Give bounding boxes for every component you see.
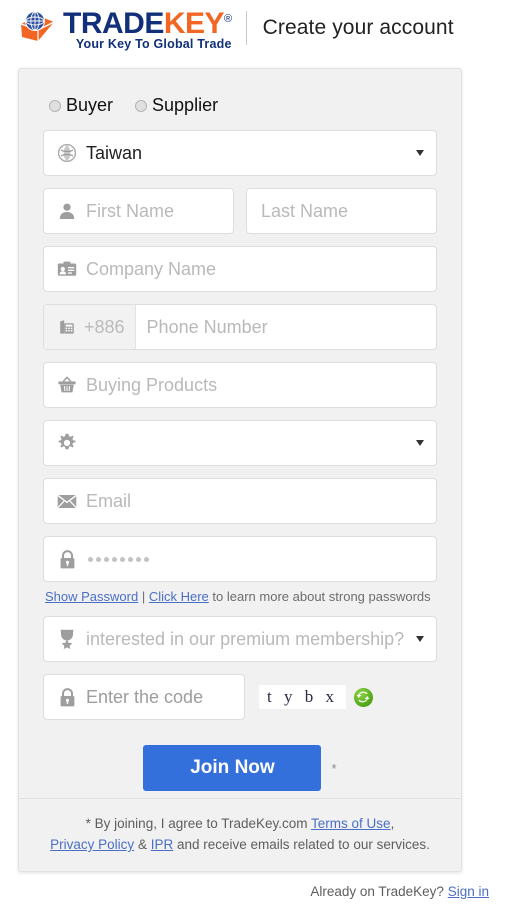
required-marker: *: [331, 760, 337, 776]
radio-supplier-label: Supplier: [152, 95, 219, 115]
ipr-link[interactable]: IPR: [151, 837, 174, 852]
logo-tagline: Your Key To Global Trade: [75, 37, 232, 51]
chevron-down-icon: [416, 636, 424, 642]
password-field[interactable]: [43, 536, 437, 582]
business-type-select[interactable]: [43, 420, 437, 466]
premium-membership-select[interactable]: interested in our premium membership?: [43, 616, 437, 662]
terms-footer: * By joining, I agree to TradeKey.com Te…: [19, 798, 461, 871]
signin-prompt-text: Already on TradeKey?: [310, 884, 444, 899]
signup-form: Buyer Supplier Taiwan First Name Last Na…: [19, 69, 461, 791]
globe-icon: [56, 142, 78, 164]
password-dot: [120, 556, 125, 562]
page-header: TRADEKEY® Your Key To Global Trade Creat…: [0, 0, 505, 56]
join-now-button[interactable]: Join Now: [143, 745, 322, 791]
name-row: First Name Last Name: [43, 188, 437, 246]
last-name-field[interactable]: Last Name: [246, 188, 437, 234]
phone-country-code[interactable]: +886: [44, 305, 136, 349]
logo-word-key: KEY: [163, 7, 225, 40]
first-name-placeholder: First Name: [86, 200, 175, 221]
password-help-separator: |: [138, 589, 149, 604]
password-masked-value: [88, 556, 149, 562]
country-select[interactable]: Taiwan: [43, 130, 437, 176]
strong-password-link[interactable]: Click Here: [149, 589, 209, 604]
password-dot: [136, 556, 141, 562]
company-name-field[interactable]: Company Name: [43, 246, 437, 292]
terms-prefix: * By joining, I agree to TradeKey.com: [85, 816, 312, 831]
logo-wordmark: TRADEKEY®: [63, 5, 232, 40]
password-dot: [128, 556, 133, 562]
submit-row: Join Now *: [43, 745, 437, 791]
medal-icon: [56, 628, 78, 650]
radio-buyer-label: Buyer: [66, 95, 114, 115]
header-divider: [245, 11, 247, 45]
radio-supplier[interactable]: Supplier: [135, 95, 218, 116]
captcha-input[interactable]: Enter the code: [43, 674, 245, 720]
chevron-down-icon: [416, 150, 424, 156]
terms-comma: ,: [390, 816, 395, 831]
password-help-text: Show Password | Click Here to learn more…: [45, 589, 437, 605]
email-field[interactable]: Email: [43, 478, 437, 524]
radio-buyer[interactable]: Buyer: [49, 95, 113, 116]
password-help-trailing-text: to learn more about strong passwords: [212, 589, 431, 604]
signin-prompt: Already on TradeKey? Sign in: [310, 884, 489, 899]
logo-word-trade: TRADE: [63, 7, 164, 40]
show-password-link[interactable]: Show Password: [45, 589, 138, 604]
password-dot: [144, 556, 149, 562]
tradekey-logo[interactable]: TRADEKEY® Your Key To Global Trade: [18, 5, 232, 51]
lock-icon: [56, 548, 78, 570]
radio-dot-icon: [49, 99, 61, 112]
page-title: Create your account: [262, 16, 454, 39]
country-value: Taiwan: [86, 142, 143, 163]
sign-in-link[interactable]: Sign in: [448, 884, 489, 899]
phone-number-placeholder: Phone Number: [146, 316, 268, 337]
captcha-placeholder: Enter the code: [86, 686, 204, 707]
last-name-placeholder: Last Name: [261, 200, 349, 221]
phone-country-code-value: +886: [84, 316, 125, 337]
email-placeholder: Email: [86, 490, 132, 511]
password-dot: [104, 556, 109, 562]
chevron-down-icon: [416, 440, 424, 446]
telephone-icon: [56, 316, 78, 338]
refresh-icon[interactable]: [353, 687, 373, 707]
radio-dot-icon: [135, 99, 148, 112]
account-type-group: Buyer Supplier: [49, 95, 437, 116]
terms-of-use-link[interactable]: Terms of Use: [311, 816, 391, 831]
captcha-image: t y b x: [259, 685, 346, 709]
gear-icon: [56, 432, 78, 454]
logo-globe-envelope-icon: [18, 10, 60, 46]
password-dot: [88, 556, 93, 562]
terms-amp: &: [134, 837, 151, 852]
phone-field[interactable]: +886 Phone Number: [43, 304, 437, 350]
company-name-placeholder: Company Name: [86, 258, 217, 279]
terms-suffix: and receive emails related to our servic…: [173, 837, 430, 852]
privacy-policy-link[interactable]: Privacy Policy: [50, 837, 134, 852]
first-name-field[interactable]: First Name: [43, 188, 234, 234]
captcha-row: Enter the code t y b x: [43, 674, 437, 720]
buying-products-field[interactable]: Buying Products: [43, 362, 437, 408]
premium-membership-value: interested in our premium membership?: [86, 628, 405, 649]
buying-products-placeholder: Buying Products: [86, 374, 218, 395]
id-card-icon: [56, 258, 78, 280]
user-icon: [56, 200, 78, 222]
lock-icon: [56, 686, 78, 708]
logo-registered-mark: ®: [224, 13, 232, 25]
basket-icon: [56, 374, 78, 396]
signup-page: TRADEKEY® Your Key To Global Trade Creat…: [0, 0, 505, 905]
password-dot: [96, 556, 101, 562]
signup-card: Buyer Supplier Taiwan First Name Last Na…: [18, 68, 462, 872]
password-dot: [112, 556, 117, 562]
envelope-icon: [56, 490, 78, 512]
